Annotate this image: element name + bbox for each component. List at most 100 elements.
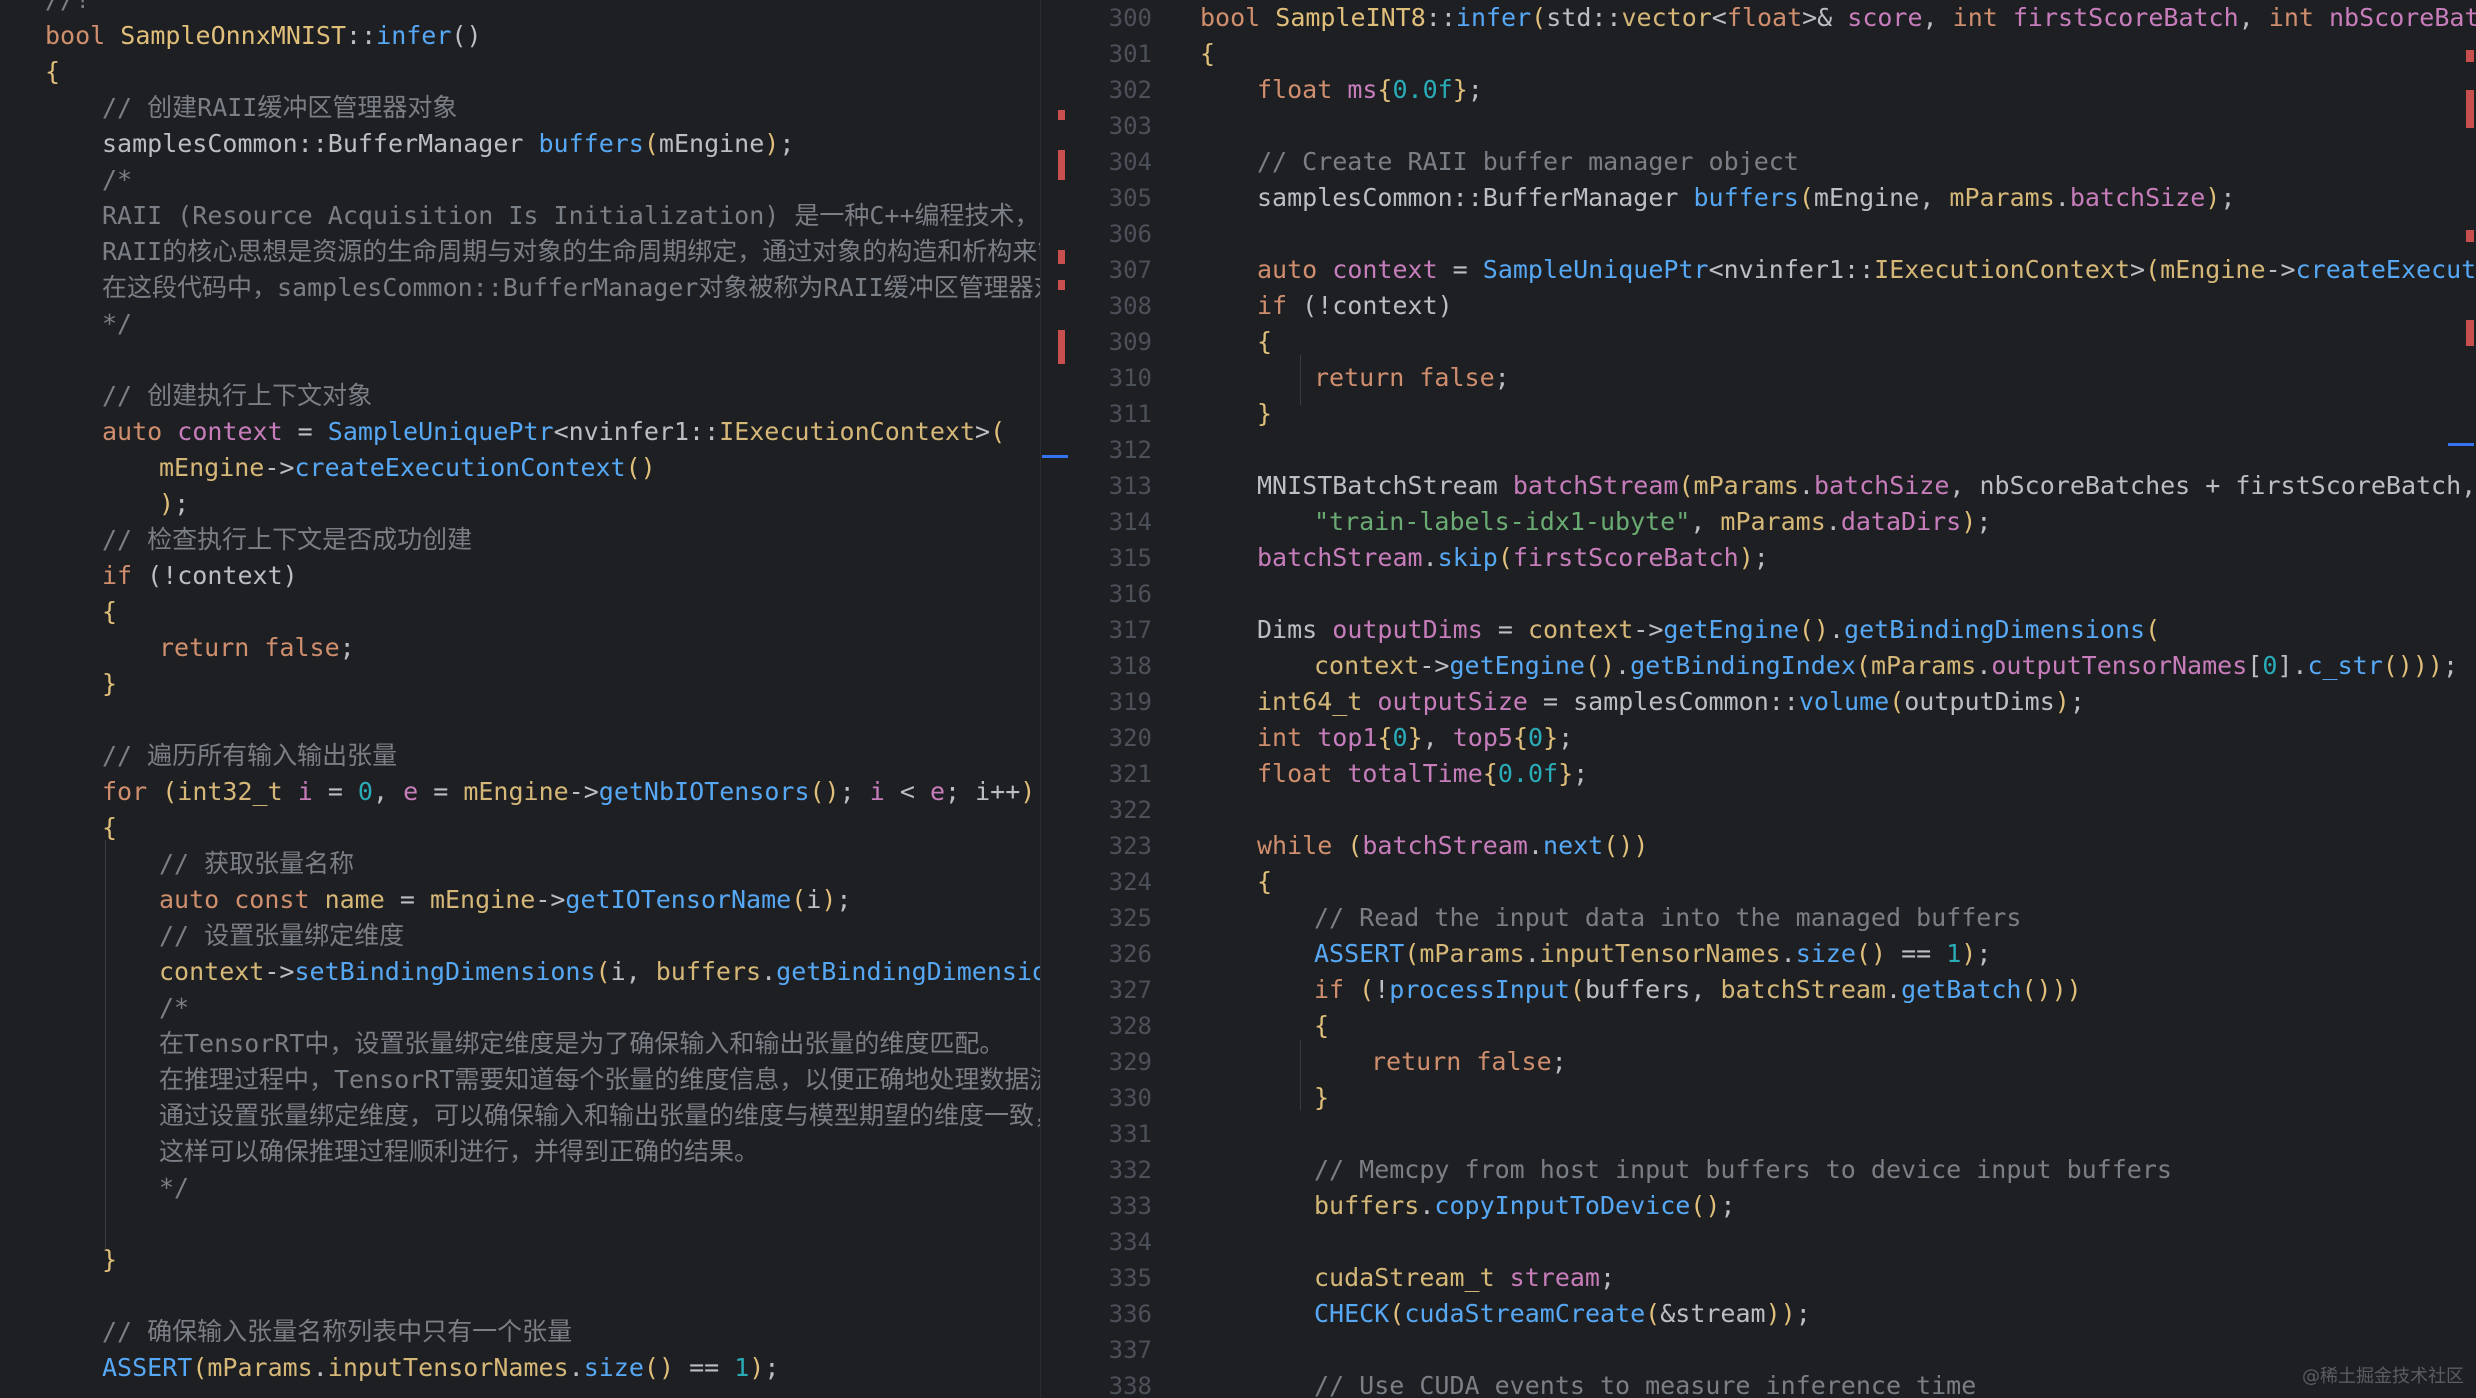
code-text[interactable]: //! xyxy=(45,0,90,18)
code-line[interactable]: 312 xyxy=(1070,432,2476,468)
code-line[interactable]: // 设置张量绑定维度 xyxy=(0,918,1040,954)
code-line[interactable]: // 创建RAII缓冲区管理器对象 xyxy=(0,90,1040,126)
code-line[interactable]: /* xyxy=(0,990,1040,1026)
code-text[interactable]: 通过设置张量绑定维度，可以确保输入和输出张量的维度与模型期望的维度一致，从而 xyxy=(45,1098,1040,1134)
code-text[interactable]: 在这段代码中，samplesCommon::BufferManager对象被称为… xyxy=(45,270,1040,306)
code-text[interactable]: while (batchStream.next()) xyxy=(1200,828,1648,864)
code-line[interactable]: 336 CHECK(cudaStreamCreate(&stream)); xyxy=(1070,1296,2476,1332)
code-text[interactable]: auto context = SampleUniquePtr<nvinfer1:… xyxy=(45,414,1005,450)
code-text[interactable]: { xyxy=(45,54,60,90)
code-text[interactable]: if (!context) xyxy=(45,558,298,594)
code-text[interactable]: */ xyxy=(45,1170,189,1206)
error-stripe-marker[interactable] xyxy=(2466,50,2474,62)
code-text[interactable]: RAII的核心思想是资源的生命周期与对象的生命周期绑定，通过对象的构造和析构来管… xyxy=(45,234,1040,270)
code-line[interactable]: bool SampleOnnxMNIST::infer() xyxy=(0,18,1040,54)
code-line[interactable]: return false; xyxy=(0,630,1040,666)
code-line[interactable]: 324 { xyxy=(1070,864,2476,900)
code-text[interactable]: int top1{0}, top5{0}; xyxy=(1200,720,1573,756)
code-text[interactable]: int64_t outputSize = samplesCommon::volu… xyxy=(1200,684,2085,720)
code-line[interactable]: 323 while (batchStream.next()) xyxy=(1070,828,2476,864)
code-text[interactable]: ); xyxy=(45,486,189,522)
code-line[interactable]: 327 if (!processInput(buffers, batchStrea… xyxy=(1070,972,2476,1008)
error-stripe-marker[interactable] xyxy=(2466,230,2474,242)
code-text[interactable]: */ xyxy=(45,306,132,342)
code-text[interactable]: } xyxy=(1200,396,1272,432)
code-line[interactable]: 在推理过程中，TensorRT需要知道每个张量的维度信息，以便正确地处理数据流和… xyxy=(0,1062,1040,1098)
error-stripe-marker[interactable] xyxy=(1058,150,1065,180)
code-line[interactable]: 308 if (!context) xyxy=(1070,288,2476,324)
code-line[interactable]: /* xyxy=(0,162,1040,198)
caret-stripe-marker[interactable] xyxy=(2448,443,2474,446)
code-text[interactable]: /* xyxy=(45,990,189,1026)
code-line[interactable]: 在这段代码中，samplesCommon::BufferManager对象被称为… xyxy=(0,270,1040,306)
code-line[interactable] xyxy=(0,1278,1040,1314)
code-text[interactable]: samplesCommon::BufferManager buffers(mEn… xyxy=(1200,180,2235,216)
code-text[interactable]: bool SampleOnnxMNIST::infer() xyxy=(45,18,482,54)
code-text[interactable]: 在推理过程中，TensorRT需要知道每个张量的维度信息，以便正确地处理数据流和… xyxy=(45,1062,1040,1098)
error-stripe-marker[interactable] xyxy=(2466,320,2474,346)
code-text[interactable]: // Read the input data into the managed … xyxy=(1200,900,2021,936)
code-text[interactable]: batchStream.skip(firstScoreBatch); xyxy=(1200,540,1769,576)
code-line[interactable]: 338 // Use CUDA events to measure inferen… xyxy=(1070,1368,2476,1398)
code-text[interactable]: return false; xyxy=(1200,360,1510,396)
code-line[interactable]: 316 xyxy=(1070,576,2476,612)
code-line[interactable]: 332 // Memcpy from host input buffers to … xyxy=(1070,1152,2476,1188)
code-line[interactable]: } xyxy=(0,1242,1040,1278)
code-line[interactable]: 320 int top1{0}, top5{0}; xyxy=(1070,720,2476,756)
code-line[interactable]: mEngine->createExecutionContext() xyxy=(0,450,1040,486)
code-text[interactable]: /* xyxy=(45,162,132,198)
code-line[interactable]: 通过设置张量绑定维度，可以确保输入和输出张量的维度与模型期望的维度一致，从而 xyxy=(0,1098,1040,1134)
code-text[interactable]: { xyxy=(1200,864,1272,900)
code-line[interactable]: 311} xyxy=(1070,396,2476,432)
code-line[interactable]: for (int32_t i = 0, e = mEngine->getNbIO… xyxy=(0,774,1040,810)
code-line[interactable]: 315 batchStream.skip(firstScoreBatch); xyxy=(1070,540,2476,576)
code-line[interactable]: 322 xyxy=(1070,792,2476,828)
code-line[interactable]: 303 xyxy=(1070,108,2476,144)
code-line[interactable]: 在TensorRT中，设置张量绑定维度是为了确保输入和输出张量的维度匹配。 xyxy=(0,1026,1040,1062)
code-line[interactable]: 302 float ms{0.0f}; xyxy=(1070,72,2476,108)
code-text[interactable]: MNISTBatchStream batchStream(mParams.bat… xyxy=(1200,468,2476,504)
code-text[interactable]: for (int32_t i = 0, e = mEngine->getNbIO… xyxy=(45,774,1035,810)
error-stripe-marker[interactable] xyxy=(2466,90,2474,128)
code-text[interactable]: // Create RAII buffer manager object xyxy=(1200,144,1799,180)
code-text[interactable]: context->getEngine().getBindingIndex(mPa… xyxy=(1200,648,2458,684)
code-line[interactable]: 314 "train-labels-idx1-ubyte", mParams.da… xyxy=(1070,504,2476,540)
code-line[interactable]: 300 bool SampleINT8::infer(std::vector<fl… xyxy=(1070,0,2476,36)
code-text[interactable]: context->setBindingDimensions(i, buffers… xyxy=(45,954,1040,990)
code-line[interactable]: 331 xyxy=(1070,1116,2476,1152)
code-line[interactable]: 325 // Read the input data into the manag… xyxy=(1070,900,2476,936)
code-line[interactable]: 313 MNISTBatchStream batchStream(mParams.… xyxy=(1070,468,2476,504)
code-line[interactable]: ASSERT(mParams.inputTensorNames.size() =… xyxy=(0,1350,1040,1386)
code-text[interactable]: RAII (Resource Acquisition Is Initializa… xyxy=(45,198,1040,234)
code-text[interactable]: // 创建执行上下文对象 xyxy=(45,378,372,414)
code-text[interactable]: { xyxy=(1200,324,1272,360)
code-text[interactable]: } xyxy=(45,666,117,702)
code-line[interactable]: 319 int64_t outputSize = samplesCommon::v… xyxy=(1070,684,2476,720)
code-line[interactable]: auto context = SampleUniquePtr<nvinfer1:… xyxy=(0,414,1040,450)
code-text[interactable]: // 创建RAII缓冲区管理器对象 xyxy=(45,90,457,126)
code-text[interactable]: "train-labels-idx1-ubyte", mParams.dataD… xyxy=(1200,504,1991,540)
code-line[interactable]: 326 ASSERT(mParams.inputTensorNames.size(… xyxy=(1070,936,2476,972)
code-line[interactable]: } xyxy=(0,666,1040,702)
code-line[interactable]: // 检查执行上下文是否成功创建 xyxy=(0,522,1040,558)
code-text[interactable]: if (!processInput(buffers, batchStream.g… xyxy=(1200,972,2082,1008)
code-line[interactable]: 307 auto context = SampleUniquePtr<nvinfe… xyxy=(1070,252,2476,288)
code-text[interactable]: { xyxy=(45,810,117,846)
caret-stripe-marker[interactable] xyxy=(1042,455,1068,458)
code-line[interactable] xyxy=(0,1206,1040,1242)
code-line[interactable]: 304 // Create RAII buffer manager object xyxy=(1070,144,2476,180)
code-line[interactable]: 333 buffers.copyInputToDevice(); xyxy=(1070,1188,2476,1224)
code-text[interactable]: 在TensorRT中，设置张量绑定维度是为了确保输入和输出张量的维度匹配。 xyxy=(45,1026,1004,1062)
editor-split-divider[interactable] xyxy=(1040,0,1071,1398)
code-text[interactable]: cudaStream_t stream; xyxy=(1200,1260,1615,1296)
code-line[interactable]: 305 samplesCommon::BufferManager buffers(… xyxy=(1070,180,2476,216)
code-line[interactable]: // 创建执行上下文对象 xyxy=(0,378,1040,414)
code-line[interactable]: // 遍历所有输入输出张量 xyxy=(0,738,1040,774)
code-line[interactable]: 306 xyxy=(1070,216,2476,252)
code-line[interactable]: */ xyxy=(0,1170,1040,1206)
code-line[interactable]: 337 xyxy=(1070,1332,2476,1368)
code-line[interactable]: // 确保输入张量名称列表中只有一个张量 xyxy=(0,1314,1040,1350)
code-line[interactable]: 309 { xyxy=(1070,324,2476,360)
code-line[interactable]: //! xyxy=(0,0,1040,18)
code-line[interactable]: ); xyxy=(0,486,1040,522)
